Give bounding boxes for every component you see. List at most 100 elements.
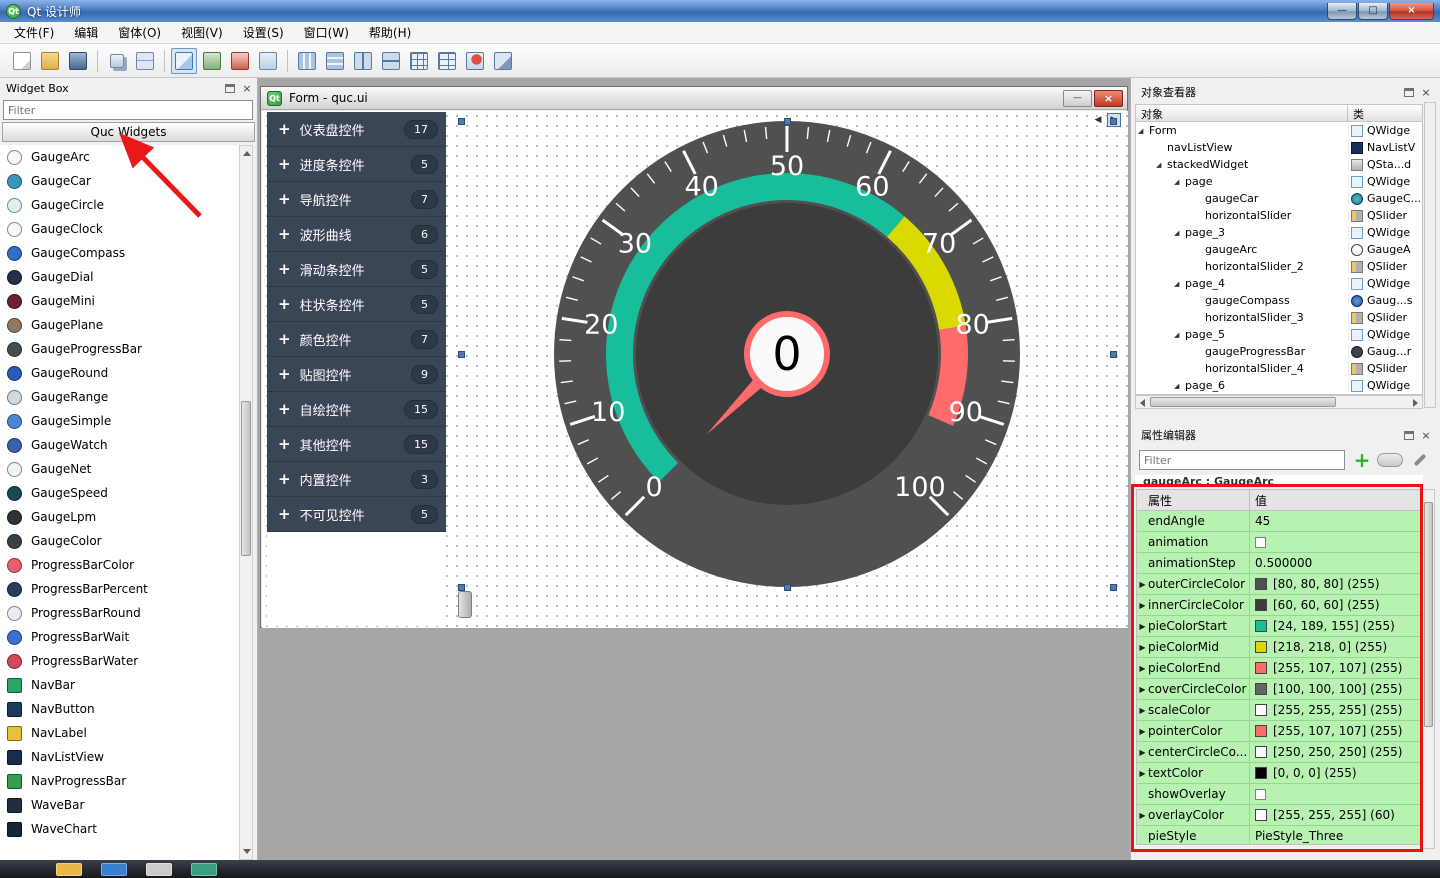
property-value[interactable]: [0, 0, 0] (255) (1273, 766, 1357, 780)
column-header-value[interactable]: 值 (1250, 492, 1421, 509)
menu-item[interactable]: 窗体(O) (108, 21, 171, 44)
float-panel-button[interactable] (1404, 88, 1414, 97)
widget-list-item[interactable]: GaugeCar (0, 169, 240, 193)
selection-handle[interactable] (1110, 351, 1117, 358)
widget-list-item[interactable]: GaugeNet (0, 457, 240, 481)
expand-arrow-icon[interactable]: ▶ (1137, 643, 1148, 652)
layout-horizontal-button[interactable] (294, 48, 320, 74)
property-row[interactable]: ▶ pieColorStart [24, 189, 155] (255) (1137, 616, 1421, 637)
menu-item[interactable]: 设置(S) (233, 21, 294, 44)
property-row[interactable]: ▶ coverCircleColor [100, 100, 100] (255) (1137, 679, 1421, 700)
widget-list-item[interactable]: WaveBar (0, 793, 240, 817)
object-inspector-hscrollbar[interactable] (1135, 395, 1423, 409)
expand-arrow-icon[interactable]: ▶ (1137, 580, 1148, 589)
property-value[interactable]: [255, 107, 107] (255) (1273, 661, 1402, 675)
nav-list-item[interactable]: + 内置控件 3 (267, 462, 446, 497)
remove-property-button[interactable] (1377, 453, 1403, 467)
column-header-class[interactable]: 类 (1348, 104, 1423, 122)
widget-list-item[interactable]: NavListView (0, 745, 240, 769)
layout-grid-button[interactable] (406, 48, 432, 74)
selection-handle[interactable] (458, 584, 465, 591)
object-tree-row[interactable]: horizontalSlider_2 QSlider (1136, 258, 1422, 275)
object-tree-row[interactable]: horizontalSlider_4 QSlider (1136, 360, 1422, 377)
property-value[interactable]: [100, 100, 100] (255) (1273, 682, 1402, 696)
expand-arrow-icon[interactable]: ▶ (1137, 664, 1148, 673)
widget-list-item[interactable]: ProgressBarWater (0, 649, 240, 673)
nav-list-item[interactable]: + 柱状条控件 5 (267, 287, 446, 322)
expand-arrow-icon[interactable]: ▶ (1137, 622, 1148, 631)
property-editor-vscrollbar[interactable] (1422, 489, 1435, 849)
property-value[interactable]: 45 (1255, 514, 1270, 528)
adjust-size-button[interactable] (490, 48, 516, 74)
widget-list-item[interactable]: NavProgressBar (0, 769, 240, 793)
selection-handle[interactable] (458, 351, 465, 358)
widget-category-header[interactable]: Quc Widgets (2, 122, 255, 142)
taskbar-app-3[interactable] (146, 863, 172, 876)
scroll-down-icon[interactable] (243, 849, 251, 854)
expand-arrow-icon[interactable]: ▶ (1137, 748, 1148, 757)
widget-list-item[interactable]: GaugeSpeed (0, 481, 240, 505)
break-layout-button[interactable] (462, 48, 488, 74)
expand-arrow-icon[interactable]: ◢ (1156, 161, 1167, 169)
menu-item[interactable]: 文件(F) (4, 21, 64, 44)
form-titlebar[interactable]: Qt Form - quc.ui — × (261, 87, 1127, 110)
nav-list-item[interactable]: + 导航控件 7 (267, 182, 446, 217)
scroll-up-icon[interactable] (243, 151, 251, 156)
expand-arrow-icon[interactable]: ▶ (1137, 706, 1148, 715)
expand-arrow-icon[interactable]: ◢ (1138, 127, 1149, 135)
stacked-widget-prev-button[interactable]: ◀ (1091, 113, 1105, 127)
property-row[interactable]: ▶ scaleColor [255, 255, 255] (255) (1137, 700, 1421, 721)
object-tree-row[interactable]: ◢ stackedWidget QSta...d (1136, 156, 1422, 173)
float-panel-button[interactable] (1404, 431, 1414, 440)
selection-handle[interactable] (458, 118, 465, 125)
widget-list-item[interactable]: WaveChart (0, 817, 240, 841)
widget-list-item[interactable]: NavBar (0, 673, 240, 697)
property-row[interactable]: showOverlay (1137, 784, 1421, 805)
widget-list-item[interactable]: GaugeProgressBar (0, 337, 240, 361)
property-filter-input[interactable] (1139, 450, 1345, 470)
property-value[interactable]: [80, 80, 80] (255) (1273, 577, 1380, 591)
window-titlebar[interactable]: Qt Qt 设计师 — □ × (0, 0, 1440, 22)
float-panel-button[interactable] (225, 84, 235, 93)
widget-list-item[interactable]: ProgressBarRound (0, 601, 240, 625)
widget-list-item[interactable]: NavLabel (0, 721, 240, 745)
edit-buddies-button[interactable] (227, 48, 253, 74)
property-row[interactable]: ▶ textColor [0, 0, 0] (255) (1137, 763, 1421, 784)
maximize-button[interactable]: □ (1358, 3, 1388, 20)
widget-list-item[interactable]: ProgressBarColor (0, 553, 240, 577)
configure-icon[interactable] (1409, 449, 1431, 471)
edit-widgets-button[interactable] (171, 48, 197, 74)
widget-list-item[interactable]: GaugeCircle (0, 193, 240, 217)
object-tree-row[interactable]: ◢ page_3 QWidge (1136, 224, 1422, 241)
checkbox[interactable] (1255, 789, 1266, 800)
widget-list-item[interactable]: GaugeColor (0, 529, 240, 553)
menu-item[interactable]: 帮助(H) (359, 21, 421, 44)
property-value[interactable]: 0.500000 (1255, 556, 1312, 570)
widget-list-item[interactable]: GaugeClock (0, 217, 240, 241)
menu-item[interactable]: 窗口(W) (294, 21, 359, 44)
nav-list-item[interactable]: + 不可见控件 5 (267, 497, 446, 532)
nav-list-item[interactable]: + 自绘控件 15 (267, 392, 446, 427)
property-value[interactable]: [255, 107, 107] (255) (1273, 724, 1402, 738)
object-tree-row[interactable]: navListView NavListV (1136, 139, 1422, 156)
separator[interactable] (160, 48, 169, 74)
property-value[interactable]: [255, 255, 255] (60) (1273, 808, 1395, 822)
horizontal-slider-handle[interactable] (458, 591, 472, 618)
widget-list-item[interactable]: GaugeArc (0, 145, 240, 169)
close-panel-button[interactable]: × (1420, 429, 1432, 442)
property-row[interactable]: ▶ pieColorEnd [255, 107, 107] (255) (1137, 658, 1421, 679)
property-row[interactable]: ▶ centerCircleCo... [250, 250, 250] (255… (1137, 742, 1421, 763)
save-form-button[interactable] (65, 48, 91, 74)
column-header-property[interactable]: 属性 (1148, 490, 1250, 510)
property-value[interactable]: [218, 218, 0] (255) (1273, 640, 1387, 654)
cascade-windows-button[interactable] (104, 48, 130, 74)
nav-list-item[interactable]: + 颜色控件 7 (267, 322, 446, 357)
widget-list-item[interactable]: GaugeDial (0, 265, 240, 289)
expand-arrow-icon[interactable]: ◢ (1174, 178, 1185, 186)
widget-list-item[interactable]: GaugeCompass (0, 241, 240, 265)
property-row[interactable]: endAngle 45 (1137, 511, 1421, 532)
object-tree-row[interactable]: gaugeCompass Gaug...s (1136, 292, 1422, 309)
property-row[interactable]: pieStyle PieStyle_Three (1137, 826, 1421, 845)
scrollbar-thumb[interactable] (1150, 397, 1336, 407)
layout-vertical-button[interactable] (322, 48, 348, 74)
